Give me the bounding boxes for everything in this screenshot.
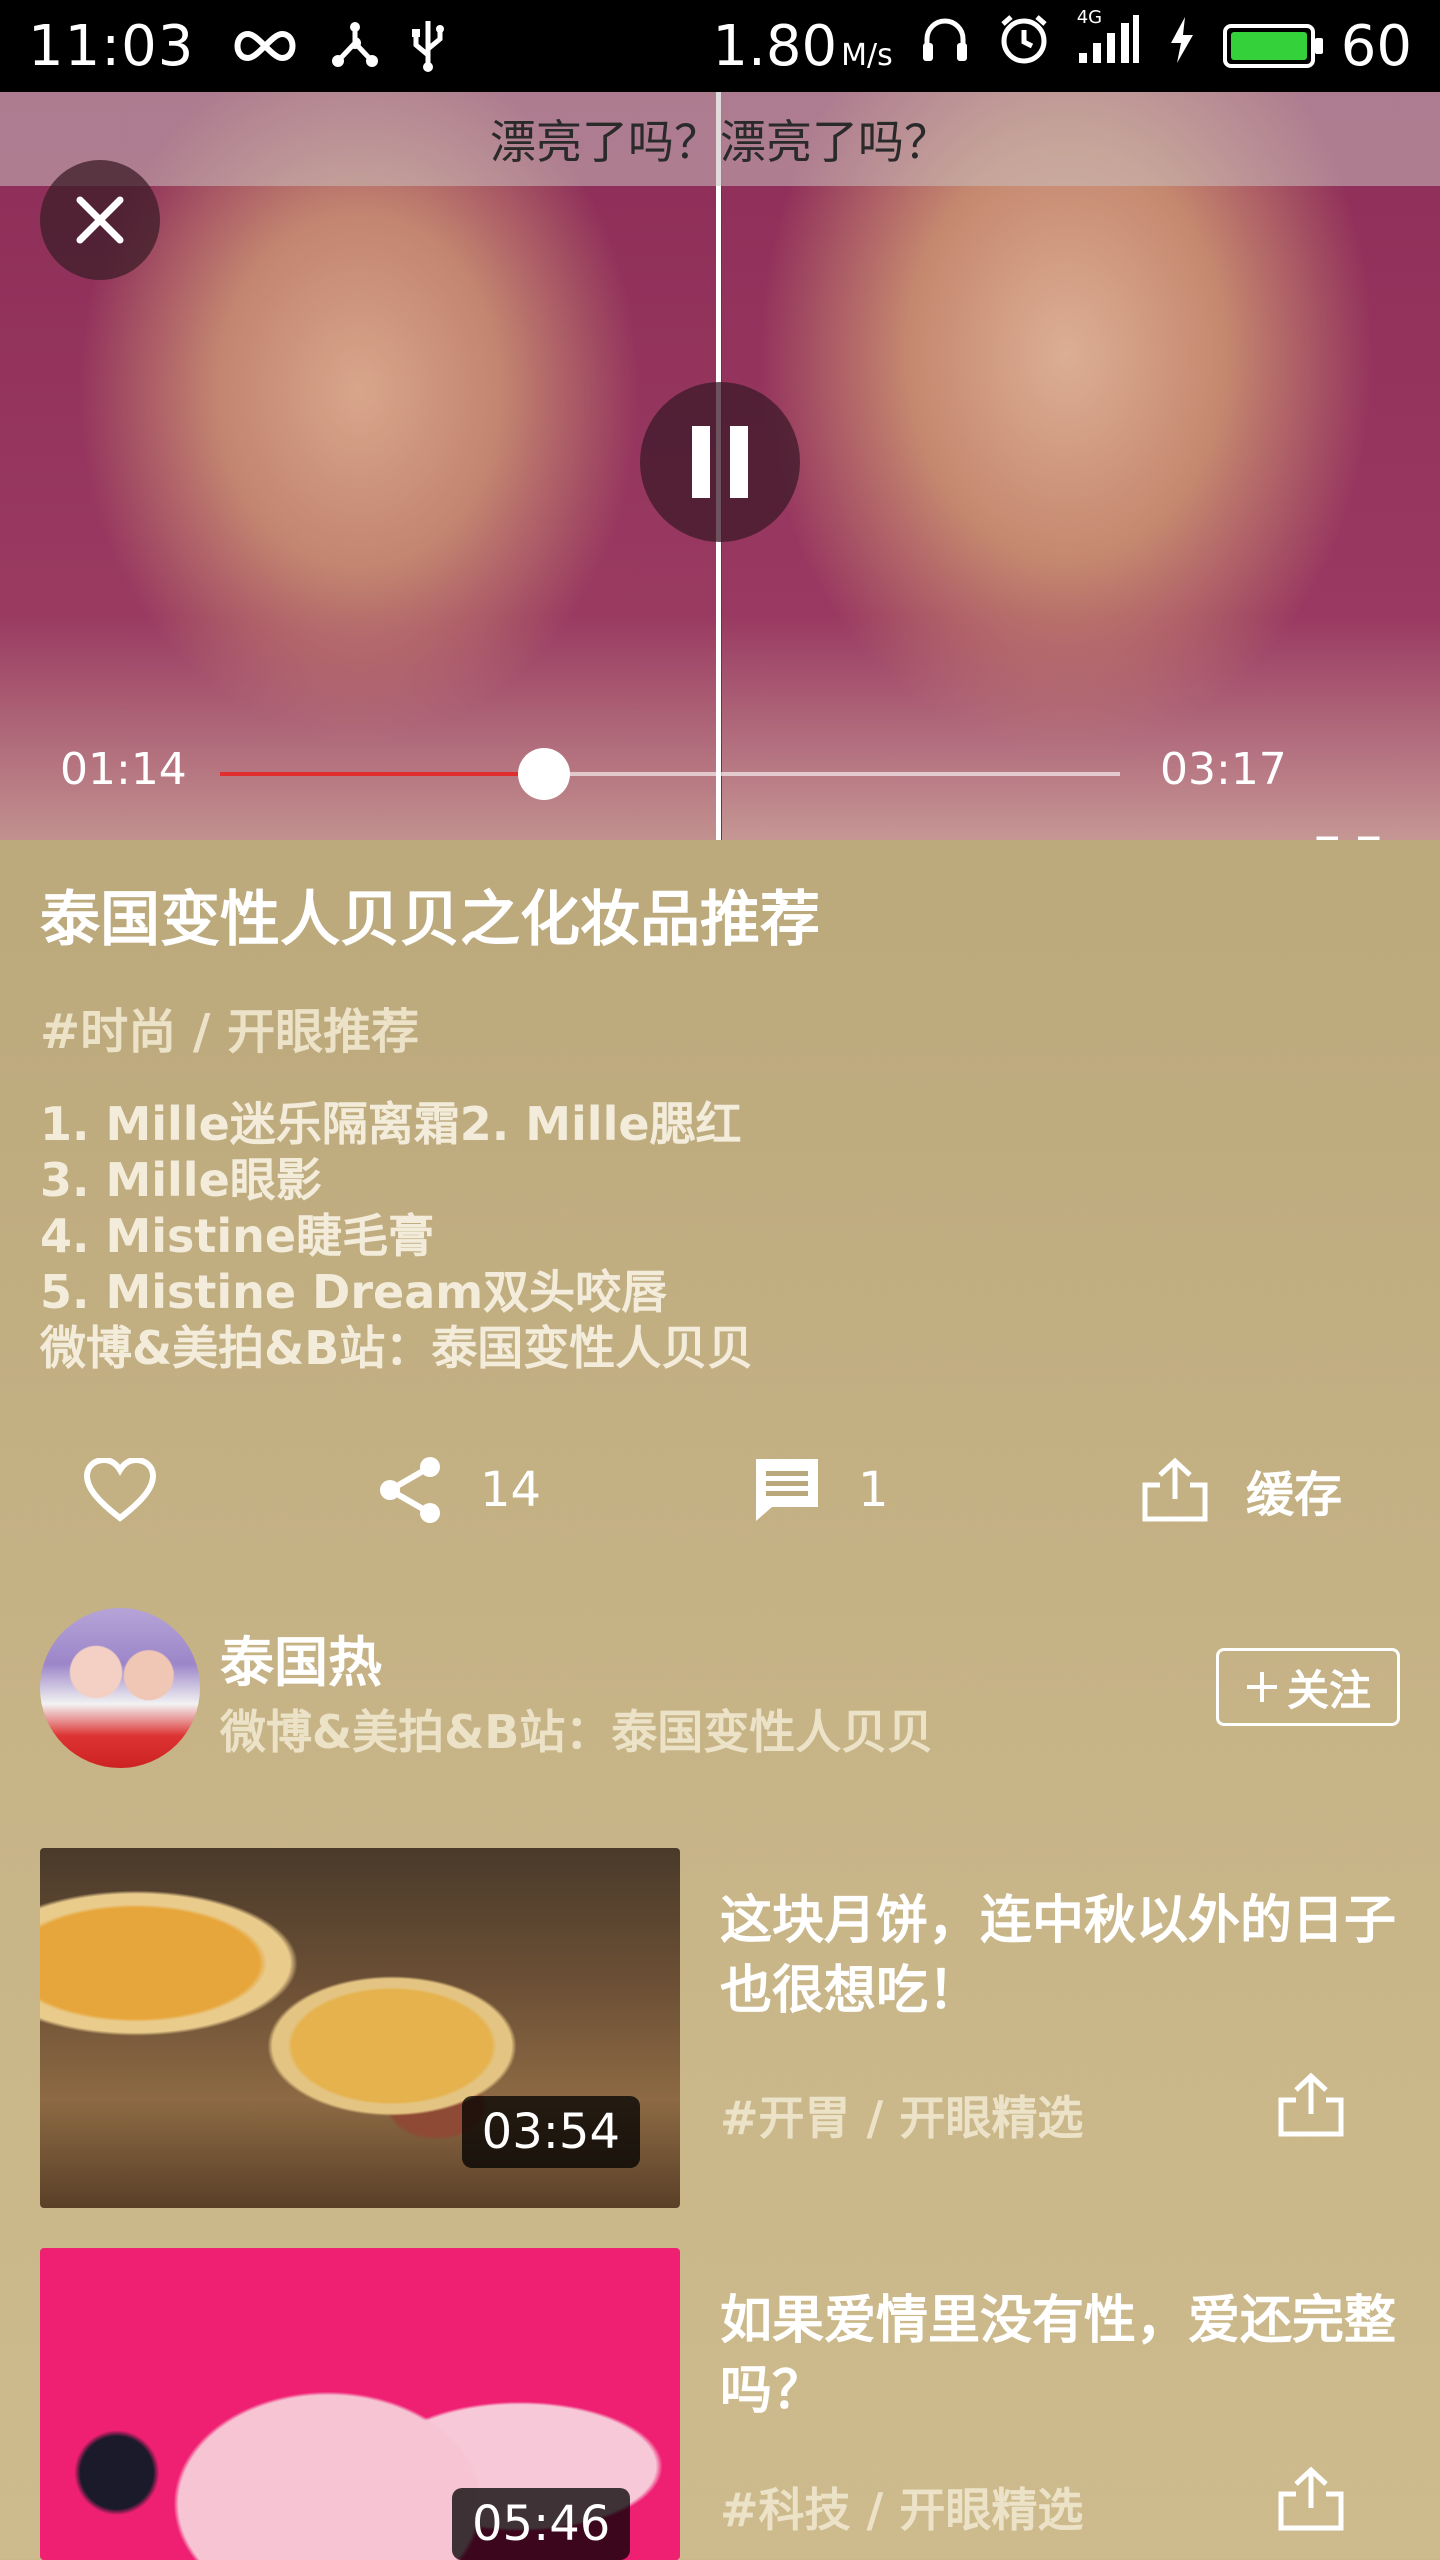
related-video-title[interactable]: 这块月饼，连中秋以外的日子也很想吃！ <box>720 1886 1400 2026</box>
total-time: 03:17 <box>1160 744 1287 795</box>
comment-count: 1 <box>858 1462 889 1518</box>
heart-icon <box>84 1458 156 1522</box>
signal-icon: 4G <box>1077 7 1141 79</box>
related-video-item[interactable]: 05:46 如果爱情里没有性，爱还完整吗？ #科技 / 开眼精选 <box>40 2248 1400 2560</box>
related-share-button[interactable] <box>1276 2464 1346 2538</box>
video-duration: 05:46 <box>452 2488 631 2560</box>
battery-icon <box>1222 24 1323 68</box>
progress-bar[interactable] <box>220 748 1120 800</box>
charging-icon <box>1167 14 1197 79</box>
video-subtitle: 漂亮了吗？漂亮了吗？ <box>0 92 1440 186</box>
pause-icon <box>692 426 748 498</box>
alarm-icon <box>997 12 1051 80</box>
video-frame-right <box>722 92 1440 840</box>
battery-level: 60 <box>1340 13 1412 79</box>
avatar[interactable] <box>40 1608 200 1768</box>
status-time: 11:03 <box>28 13 195 79</box>
description-line: 5. Mistine Dream双头咬唇 <box>40 1265 668 1319</box>
close-button[interactable] <box>40 160 160 280</box>
related-video-item[interactable]: 03:54 这块月饼，连中秋以外的日子也很想吃！ #开胃 / 开眼精选 <box>40 1848 1400 2208</box>
author-description: 微博&美拍&B站：泰国变性人贝贝 <box>220 1705 934 1759</box>
fullscreen-button[interactable] <box>1316 836 1380 840</box>
video-description: 1. Mille迷乐隔离霜2. Mille腮红 3. Mille眼影 4. Mi… <box>40 1096 1400 1376</box>
follow-label: 关注 <box>1286 1665 1371 1715</box>
related-video-tags[interactable]: #科技 / 开眼精选 <box>720 2474 1083 2540</box>
headphones-icon <box>919 13 971 79</box>
related-video-title[interactable]: 如果爱情里没有性，爱还完整吗？ <box>720 2286 1400 2426</box>
follow-button[interactable]: 关注 <box>1216 1648 1400 1726</box>
progress-played <box>220 772 544 776</box>
status-bar: 11:03 1.80 M/s 4G 60 <box>0 0 1440 92</box>
plus-icon <box>1246 1672 1277 1702</box>
related-video-tags[interactable]: #开胃 / 开眼精选 <box>720 2082 1083 2148</box>
cache-button[interactable]: 缓存 <box>1140 1440 1342 1540</box>
current-time: 01:14 <box>60 744 187 795</box>
infinity-icon <box>230 26 300 66</box>
upload-icon <box>1142 1457 1208 1522</box>
author-name[interactable]: 泰国热 <box>220 1618 382 1697</box>
video-title: 泰国变性人贝贝之化妆品推荐 <box>40 885 820 955</box>
video-tags[interactable]: #时尚 / 开眼推荐 <box>40 992 1400 1062</box>
usb-icon <box>410 19 446 73</box>
comment-icon <box>756 1459 818 1521</box>
upload-icon <box>1278 2466 1344 2531</box>
video-thumbnail[interactable]: 03:54 <box>40 1848 680 2208</box>
author-row[interactable]: 泰国热 微博&美拍&B站：泰国变性人贝贝 关注 <box>40 1608 1400 1768</box>
related-share-button[interactable] <box>1276 2070 1346 2144</box>
video-duration: 03:54 <box>461 2096 640 2168</box>
fullscreen-icon <box>1316 836 1380 840</box>
cache-label: 缓存 <box>1246 1467 1343 1523</box>
description-line: 4. Mistine睫毛膏 <box>40 1209 435 1263</box>
action-bar: 14 1 缓存 <box>0 1440 1440 1540</box>
video-info: 泰国变性人贝贝之化妆品推荐 #时尚 / 开眼推荐 1. Mille迷乐隔离霜2.… <box>40 880 1400 1376</box>
like-button[interactable] <box>84 1440 156 1540</box>
share-count: 14 <box>480 1462 542 1518</box>
description-line: 3. Mille眼影 <box>40 1153 322 1207</box>
share-node-icon <box>330 21 380 71</box>
share-icon <box>380 1457 440 1523</box>
upload-icon <box>1278 2072 1344 2137</box>
description-line: 1. Mille迷乐隔离霜2. Mille腮红 <box>40 1097 742 1151</box>
network-speed: 1.80 M/s <box>712 13 893 79</box>
pause-button[interactable] <box>640 382 800 542</box>
progress-knob[interactable] <box>518 748 570 800</box>
close-icon <box>76 196 124 244</box>
video-player[interactable]: 漂亮了吗？漂亮了吗？ 01:14 03:17 <box>0 92 1440 840</box>
comment-button[interactable]: 1 <box>752 1440 889 1540</box>
description-line: 微博&美拍&B站：泰国变性人贝贝 <box>40 1321 754 1375</box>
share-button[interactable]: 14 <box>378 1440 541 1540</box>
